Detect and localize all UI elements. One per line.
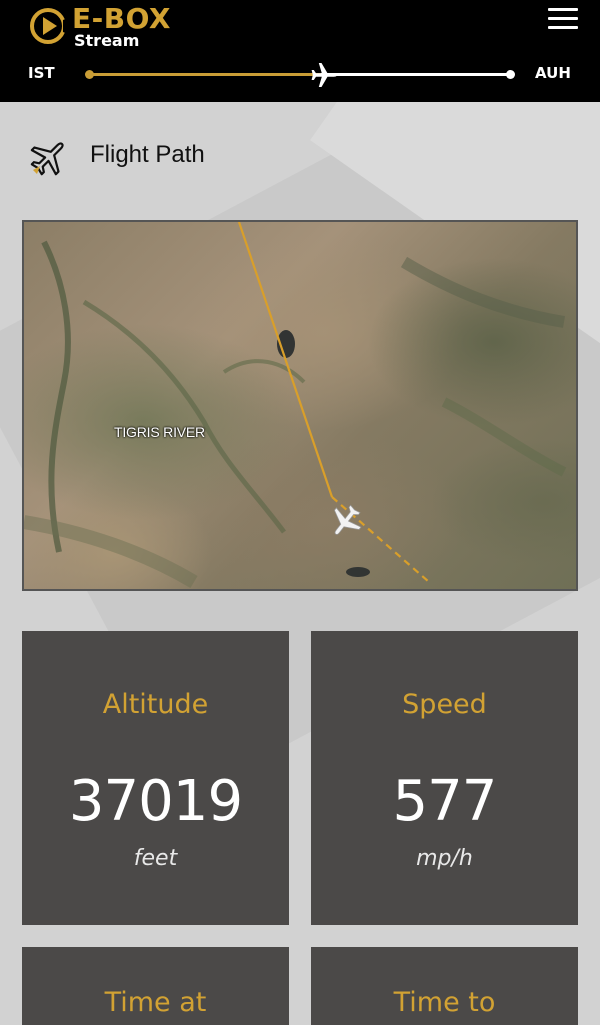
route-destination: AUH bbox=[535, 64, 571, 82]
app-logo[interactable]: E-BOX Stream bbox=[28, 2, 188, 50]
altitude-value: 37019 bbox=[68, 769, 243, 834]
app-header: E-BOX Stream IST AUH bbox=[0, 0, 600, 102]
time-to-label: Time to bbox=[393, 987, 496, 1018]
flight-path-planned bbox=[331, 496, 430, 583]
flight-path-title: Flight Path bbox=[90, 141, 205, 168]
hamburger-menu-icon[interactable] bbox=[548, 8, 578, 30]
flight-path-heading: Flight Path bbox=[28, 132, 428, 182]
flight-map[interactable]: TIGRIS RIVER bbox=[22, 220, 578, 591]
route-origin: IST bbox=[28, 64, 55, 82]
altitude-unit: feet bbox=[133, 846, 178, 871]
time-at-card: Time at bbox=[22, 947, 289, 1025]
airplane-icon bbox=[311, 63, 337, 87]
time-to-card: Time to bbox=[311, 947, 578, 1025]
map-label-tigris-river: TIGRIS RIVER bbox=[114, 424, 205, 440]
time-at-label: Time at bbox=[104, 987, 207, 1018]
play-logo-icon bbox=[30, 8, 68, 44]
airplane-outline-icon bbox=[30, 142, 64, 176]
logo-subtitle: Stream bbox=[74, 31, 140, 50]
route-end-dot bbox=[506, 70, 515, 79]
speed-unit: mp/h bbox=[416, 846, 473, 871]
speed-label: Speed bbox=[402, 689, 487, 720]
route-track-remaining bbox=[321, 73, 510, 76]
speed-value: 577 bbox=[392, 769, 498, 834]
route-track-completed bbox=[89, 73, 321, 76]
map-overlay bbox=[24, 222, 567, 589]
altitude-card: Altitude 37019 feet bbox=[22, 631, 289, 925]
route-progress-bar: IST AUH bbox=[0, 60, 600, 90]
speed-card: Speed 577 mp/h bbox=[311, 631, 578, 925]
altitude-label: Altitude bbox=[102, 689, 209, 720]
